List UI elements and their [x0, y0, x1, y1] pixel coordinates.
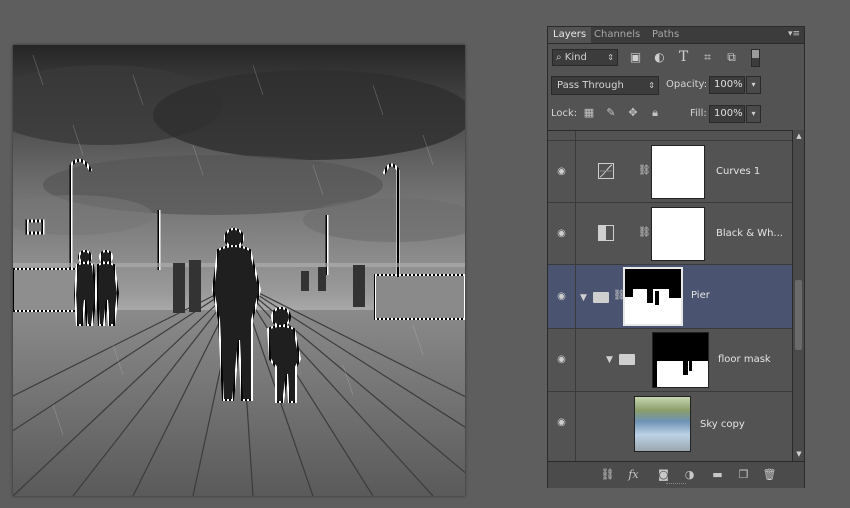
layer-list: ◉ ⛓ Curves 1 ◉ ⛓ Black & Wh... ◉ ▼ ⛓ ☝ P…: [548, 130, 792, 462]
scrollbar-thumb[interactable]: [795, 280, 802, 350]
eye-icon[interactable]: ◉: [555, 229, 568, 239]
opacity-input[interactable]: 100%: [709, 76, 745, 94]
layer-mask-thumbnail: [651, 130, 705, 131]
link-icon[interactable]: ⛓: [638, 164, 651, 178]
layer-name[interactable]: Curves 1: [716, 165, 760, 179]
tab-paths[interactable]: Paths: [647, 27, 684, 43]
visibility-column: [548, 131, 576, 140]
layer-row-pier[interactable]: ◉ ▼ ⛓ ☝ Pier: [548, 265, 792, 329]
image-filter-icon[interactable]: ▣: [628, 50, 643, 65]
lock-paint-icon[interactable]: ✎: [604, 106, 618, 120]
chevron-updown-icon: ⇕: [648, 81, 655, 90]
link-icon[interactable]: ⛓: [638, 226, 651, 240]
eye-icon[interactable]: ◉: [555, 167, 568, 177]
chevron-updown-icon: ⇕: [607, 53, 614, 62]
layer-name[interactable]: Pier: [691, 289, 710, 303]
group-mask-thumbnail: [652, 332, 709, 388]
pier-photo: [13, 45, 465, 496]
scroll-up-icon[interactable]: ▲: [794, 132, 804, 140]
opacity-label: Opacity:: [666, 79, 708, 90]
tab-layers[interactable]: Layers: [548, 27, 592, 43]
layer-list-scrollbar[interactable]: ▲ ▼: [792, 130, 804, 461]
layer-mask-thumbnail: [651, 207, 705, 261]
visibility-column: ◉: [548, 203, 576, 264]
visibility-column: ◉: [548, 265, 576, 328]
lock-row: Lock: ▦ ✎ ✥ 🔒︎ Fill: 100% ▾: [548, 103, 804, 125]
panel-resize-grip[interactable]: [666, 483, 686, 486]
layer-mask-thumbnail: [651, 145, 705, 199]
opacity-dropdown-icon[interactable]: ▾: [746, 76, 761, 94]
scroll-down-icon[interactable]: ▼: [794, 450, 804, 458]
eye-icon[interactable]: ◉: [555, 418, 568, 428]
blend-row: Pass Through ⇕ Opacity: 100% ▾: [548, 74, 804, 96]
filter-row: ⌕ Kind ⇕ ▣ ◐ T ⌗ ⧉: [548, 47, 804, 69]
layer-name[interactable]: Black & Wh...: [716, 227, 783, 241]
layer-name[interactable]: Sky copy: [700, 418, 745, 432]
link-layers-icon[interactable]: ⛓: [600, 467, 615, 482]
lock-transparency-icon[interactable]: ▦: [582, 106, 596, 120]
curves-adjustment-icon: [598, 163, 614, 179]
kind-filter-label: Kind: [564, 52, 587, 63]
fill-dropdown-icon[interactable]: ▾: [746, 105, 761, 123]
expand-triangle-icon[interactable]: ▼: [606, 355, 613, 365]
visibility-column: ◉: [548, 141, 576, 202]
delete-layer-icon[interactable]: 🗑︎: [762, 467, 777, 482]
blend-mode-value: Pass Through: [557, 80, 624, 91]
layer-row-black-white[interactable]: ◉ ⛓ Black & Wh...: [548, 203, 792, 265]
document-canvas[interactable]: [13, 45, 465, 496]
layer-row-curves-1[interactable]: ◉ ⛓ Curves 1: [548, 141, 792, 203]
layers-bottom-toolbar: ⛓ fx ◙ ◑ ▬ ❐ 🗑︎: [548, 461, 804, 488]
link-icon[interactable]: ⛓: [613, 289, 626, 303]
new-group-icon[interactable]: ▬: [710, 467, 725, 482]
expand-triangle-icon[interactable]: ▼: [580, 293, 587, 303]
fx-icon[interactable]: fx: [626, 467, 641, 482]
add-mask-icon[interactable]: ◙: [656, 467, 671, 482]
blend-mode-select[interactable]: Pass Through ⇕: [551, 76, 659, 95]
type-filter-icon[interactable]: T: [676, 50, 691, 65]
fill-input[interactable]: 100%: [709, 105, 745, 123]
eye-icon[interactable]: ◉: [555, 355, 568, 365]
filter-toggle[interactable]: [751, 49, 760, 67]
eye-icon[interactable]: ◉: [555, 292, 568, 302]
tab-channels[interactable]: Channels: [589, 27, 645, 43]
smart-object-filter-icon[interactable]: ⧉: [724, 50, 739, 65]
visibility-column: ◉: [548, 392, 576, 461]
layer-row-sky-copy[interactable]: ◉ Sky copy: [548, 392, 792, 462]
new-adjustment-icon[interactable]: ◑: [682, 467, 697, 482]
mask-shape: [653, 333, 708, 387]
lock-all-icon[interactable]: 🔒︎: [648, 106, 662, 120]
layer-row-floor-mask[interactable]: ◉ ▼ floor mask: [548, 329, 792, 392]
hand-cursor-icon: ☝: [651, 307, 660, 323]
panel-menu-icon[interactable]: ▾≡: [788, 29, 800, 40]
layer-name[interactable]: floor mask: [718, 353, 771, 367]
lock-position-icon[interactable]: ✥: [626, 106, 640, 120]
layer-thumbnail: [634, 396, 691, 452]
visibility-column: ◉: [548, 329, 576, 391]
shape-filter-icon[interactable]: ⌗: [700, 50, 715, 65]
new-layer-icon[interactable]: ❐: [736, 467, 751, 482]
folder-icon: [593, 292, 609, 303]
layer-thumbnail: [580, 130, 634, 131]
kind-filter-select[interactable]: ⌕ Kind ⇕: [552, 49, 618, 66]
panel-tab-bar: Layers Channels Paths ▾≡: [548, 27, 804, 44]
fill-label: Fill:: [690, 108, 707, 119]
adjustment-filter-icon[interactable]: ◐: [652, 50, 667, 65]
layers-panel: Layers Channels Paths ▾≡ ⌕ Kind ⇕ ▣ ◐ T …: [547, 26, 805, 488]
black-white-adjustment-icon: [598, 225, 614, 241]
folder-icon: [619, 354, 635, 365]
lock-label: Lock:: [551, 108, 578, 119]
layer-row-partial[interactable]: [548, 130, 792, 141]
search-icon: ⌕: [556, 52, 562, 63]
